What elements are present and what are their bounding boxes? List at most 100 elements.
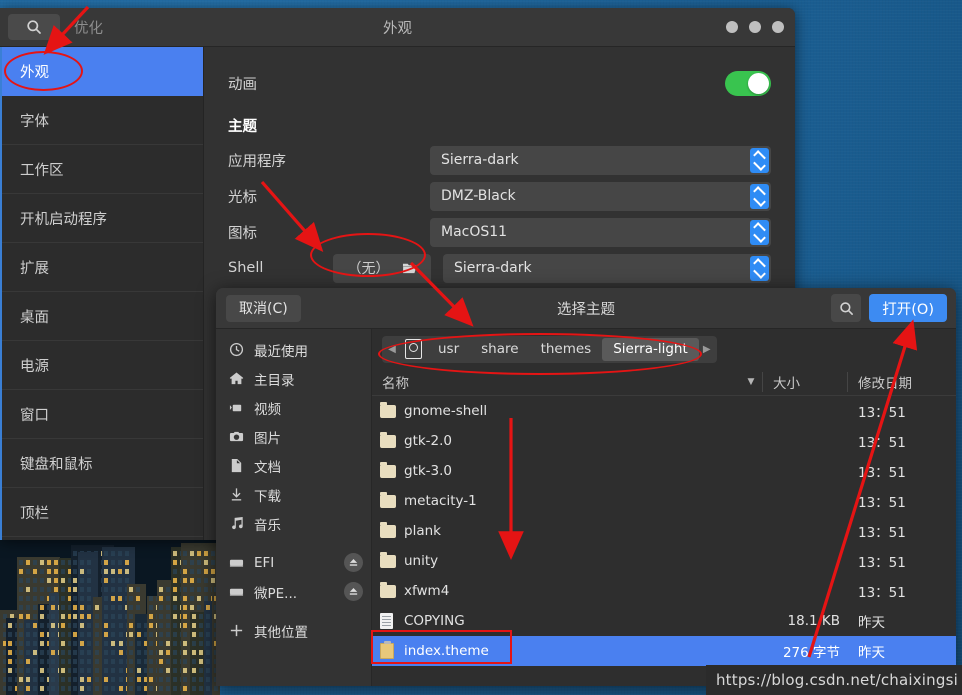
chevron-right-icon[interactable]: ▶ [699,344,715,355]
file-browser-pane: ◀ usr share themes Sierra-light ▶ 名称 ▼ 大… [372,329,956,686]
folder-icon [380,431,404,448]
table-row[interactable]: gnome-shell 13：51 [372,396,956,426]
sidebar-item-desktop[interactable]: 桌面 [2,292,203,341]
breadcrumb-share[interactable]: share [470,338,529,361]
minimize-button[interactable] [726,21,738,33]
cursor-theme-row: 光标 DMZ-Black [228,178,771,214]
file-list[interactable]: gnome-shell 13：51 gtk-2.0 13：51 gtk-3.0 … [372,396,956,686]
column-header-modified[interactable]: 修改日期 [847,372,950,392]
place-home[interactable]: 主目录 [216,364,371,393]
sidebar-item-windows[interactable]: 窗口 [2,390,203,439]
document-icon [380,613,404,629]
sidebar-item-keyboard-mouse[interactable]: 键盘和鼠标 [2,439,203,488]
cursor-theme-select[interactable]: DMZ-Black [430,181,771,211]
shell-theme-none-label: （无） [347,261,390,277]
application-theme-select[interactable]: Sierra-dark [430,145,771,175]
eject-icon[interactable] [344,582,363,601]
shell-theme-select[interactable]: Sierra-dark [443,253,771,283]
music-icon [228,516,245,531]
sidebar-item-label: 开机启动程序 [20,211,107,228]
sidebar-item-extensions[interactable]: 扩展 [2,243,203,292]
place-downloads[interactable]: 下载 [216,480,371,509]
breadcrumb-themes[interactable]: themes [530,338,603,361]
place-pictures[interactable]: 图片 [216,422,371,451]
wallpaper-city-photo [0,540,220,695]
file-name: gtk-3.0 [404,463,453,479]
file-chooser-headerbar: 取消(C) 选择主题 打开(O) [216,288,956,329]
place-label: 其他位置 [254,624,308,641]
window-controls [726,21,784,33]
cancel-button-label: 取消(C) [239,301,288,317]
page-title: 外观 [383,20,412,37]
breadcrumb-filesystem-icon[interactable] [400,338,427,361]
table-row[interactable]: unity 13：51 [372,546,956,576]
place-label: 下载 [254,488,281,505]
chevron-updown-icon[interactable] [750,147,769,173]
application-theme-label: 应用程序 [228,153,286,170]
table-row[interactable]: plank 13：51 [372,516,956,546]
animation-toggle[interactable] [725,70,771,96]
file-size: 276 字节 [782,645,840,661]
chevron-updown-icon[interactable] [750,255,769,281]
table-row[interactable]: xfwm4 13：51 [372,576,956,606]
sidebar-item-top-bar[interactable]: 顶栏 [2,488,203,537]
sidebar-item-startup-applications[interactable]: 开机启动程序 [2,194,203,243]
toggle-knob [748,72,769,94]
sidebar-item-fonts[interactable]: 字体 [2,96,203,145]
place-recent[interactable]: 最近使用 [216,335,371,364]
column-header-name[interactable]: 名称 [374,372,740,392]
chevron-updown-icon[interactable] [750,183,769,209]
shell-theme-file-button[interactable]: （无） [333,253,431,283]
breadcrumb-bar: ◀ usr share themes Sierra-light ▶ [372,329,956,369]
chevron-updown-icon[interactable] [750,219,769,245]
table-row[interactable]: metacity-1 13：51 [372,486,956,516]
close-button[interactable] [772,21,784,33]
column-header-size[interactable]: 大小 [762,372,847,392]
place-other-locations[interactable]: 其他位置 [216,616,371,645]
place-videos[interactable]: 视频 [216,393,371,422]
sidebar-item-label: 电源 [20,358,49,375]
sidebar-item-power[interactable]: 电源 [2,341,203,390]
sidebar-item-appearance[interactable]: 外观 [2,47,203,96]
place-label: 主目录 [254,372,295,389]
chevron-left-icon[interactable]: ◀ [384,344,400,355]
file-modified: 13：51 [858,465,906,481]
icon-theme-value: MacOS11 [441,224,508,240]
sort-descending-icon[interactable]: ▼ [740,377,762,387]
plus-icon [228,623,245,638]
sidebar-item-label: 窗口 [20,407,49,424]
file-name: gnome-shell [404,403,488,419]
folder-icon [380,401,404,418]
file-name: metacity-1 [404,493,477,509]
breadcrumb-usr[interactable]: usr [427,338,470,361]
folder-icon [380,521,404,538]
place-wepe[interactable]: 微PE... [216,577,371,606]
place-efi[interactable]: EFI [216,548,371,577]
home-icon [228,371,245,386]
eject-icon[interactable] [344,553,363,572]
sidebar-item-workspaces[interactable]: 工作区 [2,145,203,194]
sidebar-item-label: 字体 [20,113,49,130]
folder-icon [380,491,404,508]
document-icon [228,458,245,473]
place-music[interactable]: 音乐 [216,509,371,538]
file-name: COPYING [404,613,465,629]
place-label: 视频 [254,401,281,418]
place-documents[interactable]: 文档 [216,451,371,480]
file-modified: 13：51 [858,495,906,511]
open-button[interactable]: 打开(O) [869,294,947,322]
table-row[interactable]: index.theme 276 字节 昨天 [372,636,956,666]
table-row[interactable]: gtk-3.0 13：51 [372,456,956,486]
theme-file-icon [380,641,404,659]
watermark: https://blog.csdn.net/chaixingsi [705,665,962,695]
search-icon[interactable] [831,294,862,322]
table-row[interactable]: COPYING 18.1 KB 昨天 [372,606,956,636]
maximize-button[interactable] [749,21,761,33]
icon-theme-select[interactable]: MacOS11 [430,217,771,247]
search-icon[interactable] [8,14,60,40]
clock-icon [228,342,245,357]
breadcrumb-sierra-light[interactable]: Sierra-light [602,337,699,361]
dialog-header-actions: 打开(O) [831,294,947,322]
table-row[interactable]: gtk-2.0 13：51 [372,426,956,456]
cancel-button[interactable]: 取消(C) [226,294,301,322]
